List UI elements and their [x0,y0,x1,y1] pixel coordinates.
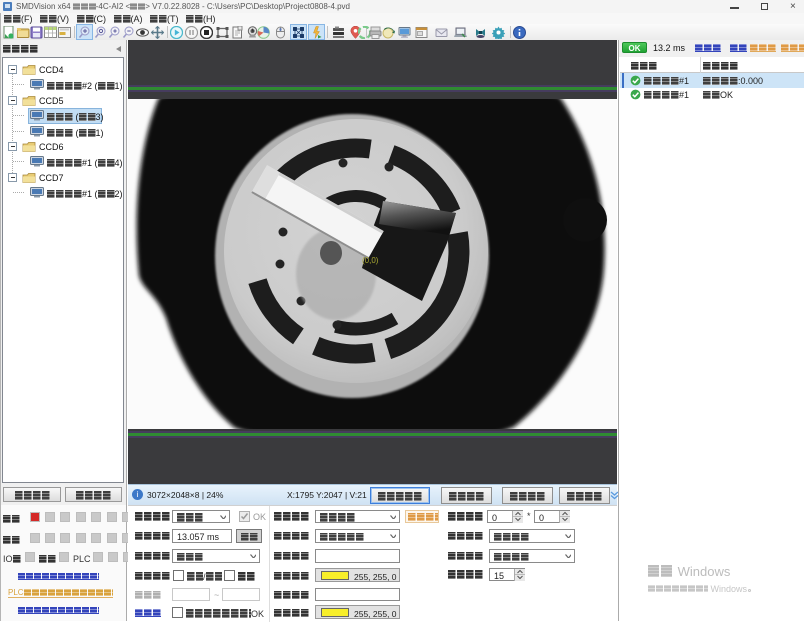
svg-text:(0,0): (0,0) [362,256,379,265]
